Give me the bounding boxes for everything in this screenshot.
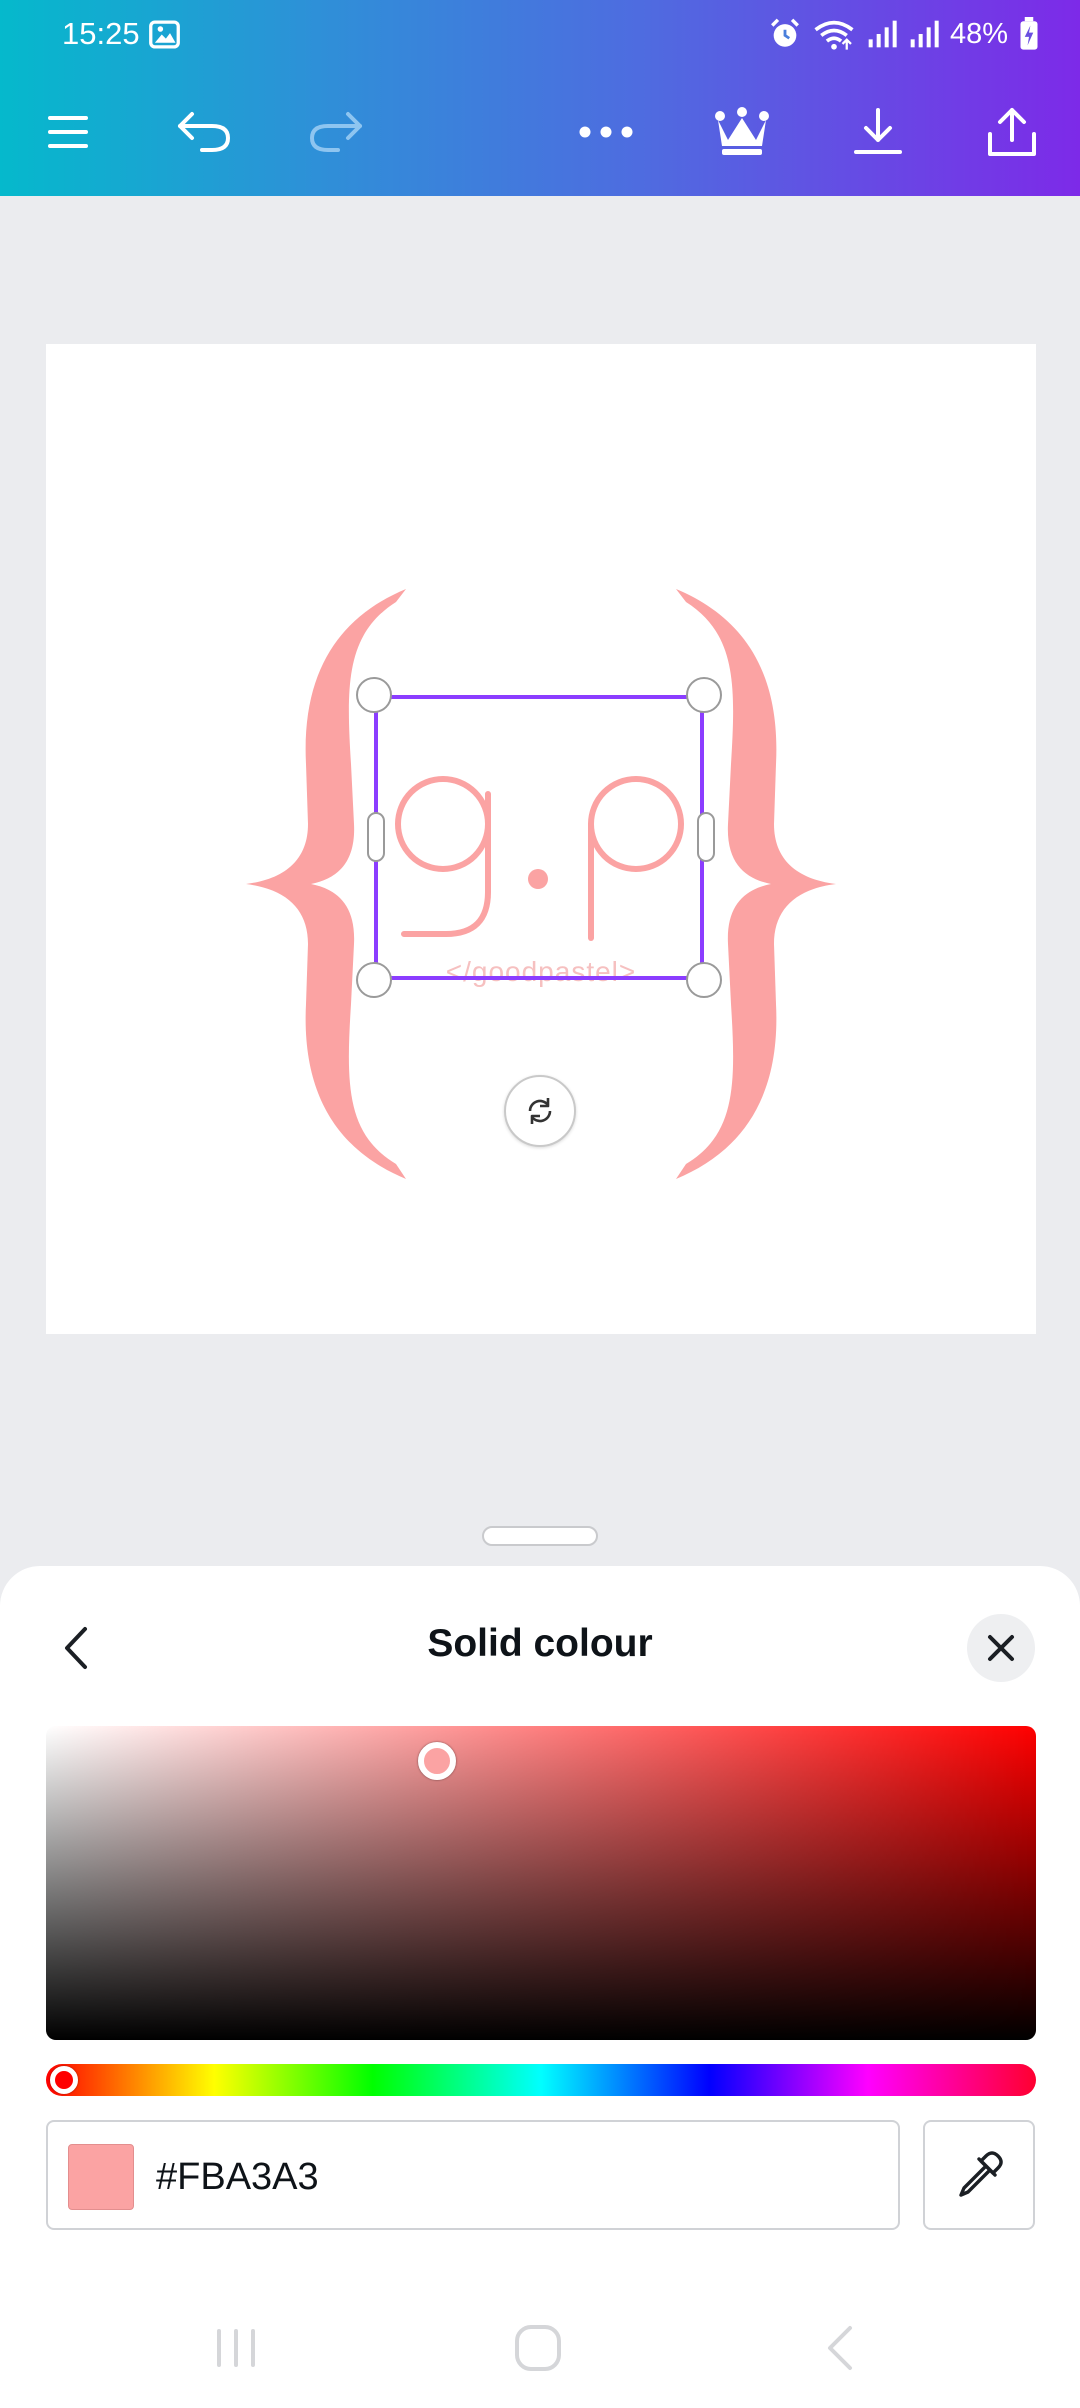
hue-slider-thumb[interactable] (50, 2066, 78, 2094)
resize-handle-left[interactable] (367, 812, 385, 862)
home-button[interactable] (498, 2318, 578, 2378)
system-nav-bar (0, 2290, 1080, 2408)
menu-button[interactable] (28, 92, 108, 172)
sheet-title: Solid colour (427, 1622, 653, 1665)
colour-swatch (68, 2144, 134, 2210)
share-button[interactable] (972, 92, 1052, 172)
status-icons: 48% (768, 14, 1040, 54)
signal-icon-2 (910, 20, 939, 48)
back-nav-icon (828, 2326, 852, 2370)
battery-charging-icon (1020, 17, 1038, 50)
resize-handle-top-right[interactable] (686, 677, 722, 713)
recent-apps-button[interactable] (196, 2318, 276, 2378)
resize-handle-right[interactable] (697, 812, 715, 862)
close-icon (988, 1635, 1014, 1661)
colour-picker-sheet: Solid colour #FBA3A3 (0, 1566, 1080, 2408)
signal-icon-1 (868, 20, 897, 48)
more-icon (579, 126, 633, 138)
sheet-drag-handle[interactable] (482, 1526, 598, 1546)
eyedropper-icon (959, 2151, 1003, 2197)
resize-handle-top-left[interactable] (356, 677, 392, 713)
rotate-icon (528, 1098, 552, 1124)
editor-toolbar (0, 70, 1080, 190)
selection-box[interactable] (374, 695, 704, 980)
wifi-icon (814, 20, 854, 50)
rotate-button[interactable] (504, 1075, 576, 1147)
gallery-notification-icon (149, 20, 180, 49)
undo-button[interactable] (164, 92, 244, 172)
hex-value[interactable]: #FBA3A3 (156, 2156, 319, 2199)
hue-slider[interactable] (46, 2064, 1036, 2096)
download-button[interactable] (838, 92, 918, 172)
status-bar: 15:25 48% (0, 0, 1080, 70)
alarm-icon (771, 18, 799, 47)
download-icon (854, 108, 902, 154)
top-bar: 15:25 48% (0, 0, 1080, 196)
home-icon (515, 2325, 561, 2371)
resize-handle-bottom-right[interactable] (686, 962, 722, 998)
status-time: 15:25 (62, 16, 140, 51)
hex-input[interactable]: #FBA3A3 (46, 2120, 900, 2230)
close-button[interactable] (967, 1614, 1035, 1682)
premium-button[interactable] (702, 92, 782, 172)
battery-percent: 48% (949, 17, 1008, 50)
undo-icon (178, 112, 231, 152)
menu-icon (48, 116, 88, 148)
recent-apps-icon (217, 2329, 255, 2367)
saturation-value-picker[interactable] (46, 1726, 1036, 2040)
resize-handle-bottom-left[interactable] (356, 962, 392, 998)
design-canvas[interactable]: </goodpastel> (46, 344, 1036, 1334)
redo-button[interactable] (296, 92, 376, 172)
crown-icon (715, 107, 769, 155)
more-options-button[interactable] (566, 92, 646, 172)
share-icon (988, 108, 1036, 156)
eyedropper-button[interactable] (923, 2120, 1035, 2230)
saturation-value-thumb[interactable] (418, 1742, 456, 1780)
back-nav-button[interactable] (800, 2318, 880, 2378)
redo-icon (309, 112, 362, 152)
